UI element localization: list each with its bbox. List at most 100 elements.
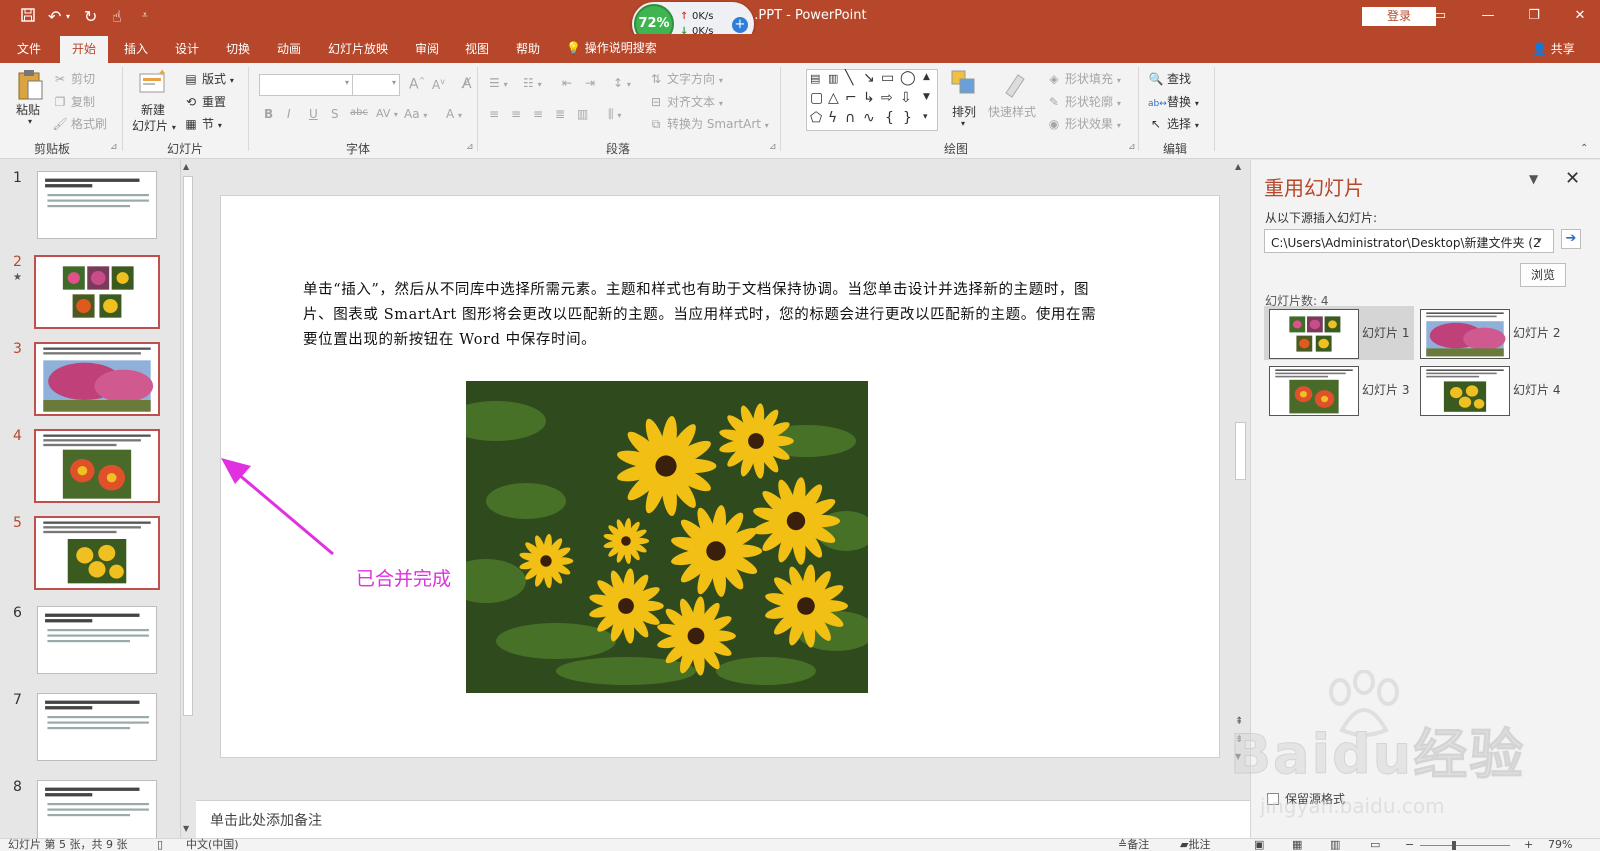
save-icon[interactable] xyxy=(20,7,36,27)
comments-toggle[interactable]: ▰ 批注 xyxy=(1180,839,1210,851)
decrease-indent-icon[interactable]: ⇤ xyxy=(562,76,572,90)
select-button[interactable]: ↖ 选择 ▾ xyxy=(1148,115,1199,132)
align-center-icon[interactable]: ≡ xyxy=(511,107,521,121)
replace-button[interactable]: ab↔替换 ▾ xyxy=(1148,93,1199,110)
font-color-button[interactable]: A ▾ xyxy=(446,107,462,121)
bullets-icon[interactable]: ☰ ▾ xyxy=(489,76,508,90)
scroll-down-icon[interactable]: ▼ xyxy=(183,824,189,833)
shrink-font-icon[interactable]: Av xyxy=(432,77,445,92)
paste-icon[interactable] xyxy=(16,69,46,103)
reuse-slide-thumbnail[interactable] xyxy=(1269,309,1359,359)
new-slide-label-1[interactable]: 新建 xyxy=(141,101,165,118)
freeform-shape-icon[interactable]: ⬠ xyxy=(810,110,822,126)
quick-styles-button[interactable]: 快速样式 xyxy=(988,103,1036,120)
new-slide-icon[interactable]: ✦ xyxy=(138,68,168,99)
gallery-down-icon[interactable]: ▼ xyxy=(923,92,930,102)
find-button[interactable]: 🔍 查找 xyxy=(1148,70,1192,87)
close-pane-icon[interactable]: ✕ xyxy=(1565,168,1580,189)
reuse-slide-item[interactable]: 幻灯片 4 xyxy=(1415,363,1565,417)
arrange-icon[interactable] xyxy=(950,69,978,100)
slide-thumbnail[interactable] xyxy=(34,342,160,416)
scroll-up-icon[interactable]: ▲ xyxy=(1235,162,1241,171)
zoom-in-icon[interactable]: + xyxy=(1524,839,1533,851)
keep-source-format-checkbox[interactable]: 保留源格式 xyxy=(1267,790,1345,807)
current-slide[interactable]: 单击“插入”，然后从不同库中选择所需元素。主题和样式也有助于文档保持协调。当您单… xyxy=(220,195,1220,758)
notes-toggle[interactable]: ≙ 备注 xyxy=(1118,839,1149,851)
scribble-shape-icon[interactable]: ϟ xyxy=(828,110,837,126)
elbow-connector-shape-icon[interactable]: ↳ xyxy=(863,90,875,106)
char-spacing-button[interactable]: AV ▾ xyxy=(376,107,398,120)
source-path-combo[interactable]: C:\Users\Administrator\Desktop\新建文件夹 (2 xyxy=(1264,229,1554,253)
reuse-slide-thumbnail[interactable] xyxy=(1420,366,1510,416)
shapes-gallery[interactable]: ▤ ▥ ╲ ↘ ▭ ◯ ▢ △ ⌐ ↳ ⇨ ⇩ ⬠ ϟ ∩ ∿ { } ▲ ▼ … xyxy=(806,69,938,131)
justify-icon[interactable]: ≣ xyxy=(555,107,565,121)
go-arrow-icon[interactable]: ➔ xyxy=(1561,229,1581,249)
align-text-button[interactable]: ⊟ 对齐文本 ▾ xyxy=(648,93,723,110)
redo-icon[interactable]: ↻ xyxy=(84,7,97,26)
notes-placeholder[interactable]: 单击此处添加备注 xyxy=(210,810,322,830)
reading-view-icon[interactable]: ▥ xyxy=(1330,839,1340,851)
thumbnail-scrollbar[interactable]: ▲ ▼ xyxy=(180,160,194,838)
distributed-icon[interactable]: ▥ xyxy=(577,107,588,121)
curve-shape-icon[interactable]: ∩ xyxy=(845,110,855,126)
collapse-ribbon-icon[interactable]: ⌃ xyxy=(1580,143,1588,154)
strikethrough-button[interactable]: abc xyxy=(350,107,368,118)
font-dialog-launcher-icon[interactable]: ⊿ xyxy=(466,142,474,152)
normal-view-icon[interactable]: ▣ xyxy=(1254,839,1264,851)
paragraph-dialog-launcher-icon[interactable]: ⊿ xyxy=(769,142,777,152)
reuse-slide-thumbnail[interactable] xyxy=(1420,309,1510,359)
source-dropdown-icon[interactable]: ▾ xyxy=(1537,236,1542,246)
close-icon[interactable]: ✕ xyxy=(1570,6,1590,26)
tab-view[interactable]: 视图 xyxy=(465,40,489,57)
shadow-button[interactable]: S xyxy=(331,107,339,121)
align-right-icon[interactable]: ≡ xyxy=(533,107,543,121)
previous-slide-icon[interactable]: ⇞ xyxy=(1235,716,1243,727)
tab-transitions[interactable]: 切换 xyxy=(226,40,250,57)
font-size-combo[interactable]: ▾ xyxy=(352,74,400,96)
copy-button[interactable]: ❐ 复制 xyxy=(52,93,95,110)
connector-shape-icon[interactable]: ⌐ xyxy=(845,90,857,106)
cut-button[interactable]: ✂ 剪切 xyxy=(52,70,95,87)
slide-thumbnail[interactable] xyxy=(37,606,157,674)
italic-button[interactable]: I xyxy=(287,107,291,121)
slide-thumbnail[interactable] xyxy=(37,171,157,239)
reuse-slide-item[interactable]: 幻灯片 3 xyxy=(1264,363,1414,417)
shape-outline-button[interactable]: ✎ 形状轮廓 ▾ xyxy=(1046,93,1121,110)
brace-right-shape-icon[interactable]: } xyxy=(903,110,912,126)
brace-left-shape-icon[interactable]: { xyxy=(885,110,894,126)
tab-design[interactable]: 设计 xyxy=(175,40,199,57)
clear-format-icon[interactable]: A̸ xyxy=(462,76,472,92)
zoom-slider[interactable] xyxy=(1420,845,1510,846)
slide-flower-photo[interactable] xyxy=(466,381,868,693)
language-status[interactable]: 中文(中国) xyxy=(186,839,239,851)
gallery-up-icon[interactable]: ▲ xyxy=(923,72,930,82)
grow-font-icon[interactable]: A^ xyxy=(409,76,425,93)
triangle-shape-icon[interactable]: △ xyxy=(828,90,839,106)
slide-sorter-view-icon[interactable]: ▦ xyxy=(1292,839,1302,851)
tab-insert[interactable]: 插入 xyxy=(124,40,148,57)
slide-thumbnail[interactable] xyxy=(34,255,160,329)
layout-button[interactable]: ▤ 版式 ▾ xyxy=(183,70,234,87)
shape-fill-button[interactable]: ◈ 形状填充 ▾ xyxy=(1046,70,1120,87)
drawing-dialog-launcher-icon[interactable]: ⊿ xyxy=(1128,142,1136,152)
tab-file[interactable]: 文件 xyxy=(17,40,41,57)
slide-thumbnail[interactable] xyxy=(37,693,157,761)
next-slide-icon[interactable]: ⇟ xyxy=(1235,734,1243,745)
ribbon-display-options-icon[interactable]: ▭ xyxy=(1430,6,1450,26)
tell-me-search[interactable]: 💡 操作说明搜索 xyxy=(566,39,657,56)
textbox-shape-icon[interactable]: ▤ xyxy=(810,72,820,85)
tab-home[interactable]: 开始 xyxy=(60,36,109,63)
numbering-icon[interactable]: ☷ ▾ xyxy=(523,76,542,90)
oval-shape-icon[interactable]: ◯ xyxy=(900,70,916,86)
tab-review[interactable]: 审阅 xyxy=(415,40,439,57)
font-name-combo[interactable]: ▾ xyxy=(259,74,353,96)
undo-icon[interactable]: ↶ xyxy=(48,7,61,26)
increase-indent-icon[interactable]: ⇥ xyxy=(585,76,595,90)
tab-help[interactable]: 帮助 xyxy=(516,40,540,57)
tab-animations[interactable]: 动画 xyxy=(277,40,301,57)
wave-shape-icon[interactable]: ∿ xyxy=(863,110,875,126)
undo-dropdown-icon[interactable]: ▾ xyxy=(66,12,70,21)
down-arrow-shape-icon[interactable]: ⇩ xyxy=(900,90,912,106)
login-button[interactable]: 登录 xyxy=(1362,7,1436,26)
spellcheck-icon[interactable]: ▯ xyxy=(157,839,163,851)
